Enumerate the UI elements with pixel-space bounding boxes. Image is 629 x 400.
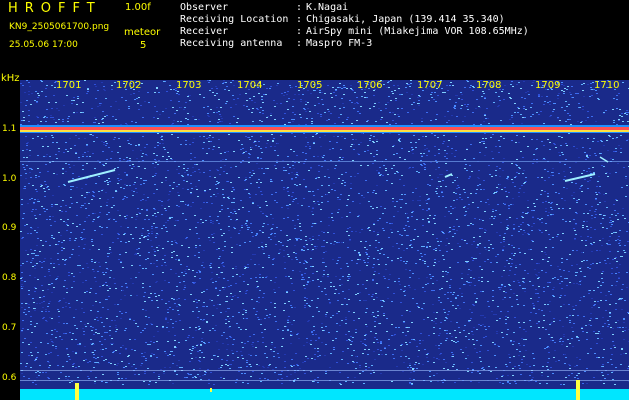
spectrogram xyxy=(20,80,629,400)
version-label: 1.00f xyxy=(125,2,151,13)
x-tick-label: 1710 xyxy=(594,80,620,91)
x-tick-label: 1709 xyxy=(535,80,561,91)
power-spike xyxy=(576,380,580,400)
receiver-value: AirSpy mini (Miakejima VOR 108.65MHz) xyxy=(306,26,529,37)
info-separator: : xyxy=(296,14,303,25)
antenna-label: Receiving antenna xyxy=(180,38,283,49)
info-separator: : xyxy=(296,38,303,49)
reference-line xyxy=(20,380,629,381)
x-tick-label: 1704 xyxy=(237,80,263,91)
x-tick-label: 1705 xyxy=(297,80,323,91)
x-tick-label: 1708 xyxy=(476,80,502,91)
x-tick-label: 1706 xyxy=(357,80,383,91)
carrier-edge xyxy=(20,130,629,132)
observer-value: K.Nagai xyxy=(306,2,349,13)
y-tick-label: 0.7 xyxy=(2,323,17,333)
location-value: Chigasaki, Japan (139.414 35.340) xyxy=(306,14,505,25)
x-tick-label: 1701 xyxy=(56,80,82,91)
receiver-label: Receiver xyxy=(180,26,229,37)
info-separator: : xyxy=(296,26,303,37)
date-time: 25.05.06 17:00 xyxy=(9,40,78,50)
observer-label: Observer xyxy=(180,2,229,13)
info-separator: : xyxy=(296,2,303,13)
y-tick-label: 0.8 xyxy=(2,273,17,283)
carrier-center xyxy=(20,127,629,130)
file-name: KN9_2505061700.png xyxy=(9,22,110,32)
y-tick-label: 1.0 xyxy=(2,174,17,184)
hrofft-logo: HROFFT xyxy=(8,1,102,16)
unit-label: kHz xyxy=(1,73,20,84)
y-tick-label: 0.9 xyxy=(2,223,17,233)
x-tick-label: 1702 xyxy=(116,80,142,91)
location-label: Receiving Location xyxy=(180,14,289,25)
x-tick-label: 1707 xyxy=(417,80,443,91)
reference-line xyxy=(20,370,629,371)
x-tick-label: 1703 xyxy=(176,80,202,91)
power-spike xyxy=(210,388,212,392)
y-tick-label: 0.6 xyxy=(2,373,17,383)
meteor-label: meteor xyxy=(124,27,161,38)
y-tick-label: 1.1 xyxy=(2,124,17,134)
reference-line xyxy=(20,161,629,162)
meteor-count: 5 xyxy=(140,40,147,51)
power-strip xyxy=(20,389,629,400)
power-spike xyxy=(75,383,79,400)
antenna-value: Maspro FM-3 xyxy=(306,38,373,49)
